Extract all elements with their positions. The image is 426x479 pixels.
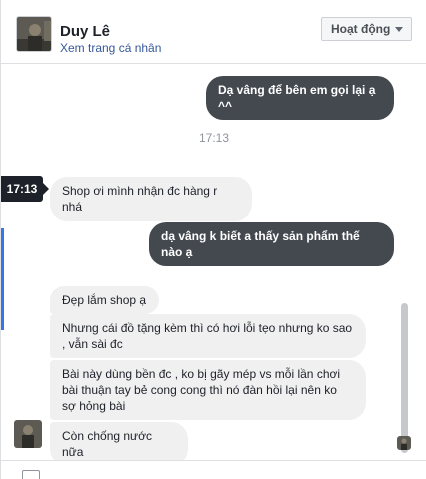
tooltip-time: 17:13 <box>6 182 38 196</box>
message-text: Bài này dùng bền đc , ko bị gãy mép vs m… <box>62 367 341 413</box>
message-incoming[interactable]: Đẹp lắm shop ạ <box>50 286 159 314</box>
message-incoming[interactable]: Shop ơi mình nhận đc hàng r nhá <box>50 177 252 221</box>
message-incoming[interactable]: Còn chống nước nữa <box>50 422 188 460</box>
avatar[interactable] <box>14 420 42 448</box>
profile-photo <box>17 17 51 51</box>
message-incoming[interactable]: Bài này dùng bền đc , ko bị gãy mép vs m… <box>50 360 366 420</box>
scrollbar[interactable] <box>401 303 408 453</box>
composer-bar <box>1 460 426 479</box>
status-label: Hoạt động <box>331 22 391 36</box>
focus-indicator <box>1 228 4 330</box>
status-dropdown[interactable]: Hoạt động <box>321 17 412 41</box>
message-text: Dạ vâng để bên em gọi lại ạ ^^ <box>218 83 376 113</box>
timestamp: 17:13 <box>198 131 230 145</box>
message-text: Còn chống nước nữa <box>62 429 152 459</box>
seen-photo <box>397 436 411 450</box>
message-outgoing[interactable]: dạ vâng k biết a thấy sản phẩm thế nào ạ <box>149 222 394 266</box>
chat-header: Duy Lê Xem trang cá nhân Hoạt động <box>1 0 426 64</box>
message-text: Đẹp lắm shop ạ <box>62 293 147 307</box>
camera-icon[interactable] <box>22 470 40 479</box>
chat-panel: Duy Lê Xem trang cá nhân Hoạt động Dạ vâ… <box>0 0 426 479</box>
message-outgoing[interactable]: Dạ vâng để bên em gọi lại ạ ^^ <box>206 76 394 120</box>
avatar[interactable] <box>16 16 52 52</box>
message-text: Nhưng cái đồ tặng kèm thì có hơi lỗi tẹo… <box>62 321 353 351</box>
chevron-down-icon <box>395 27 403 32</box>
message-text: dạ vâng k biết a thấy sản phẩm thế nào ạ <box>161 229 360 259</box>
message-text: Shop ơi mình nhận đc hàng r nhá <box>62 184 218 214</box>
message-list[interactable]: Dạ vâng để bên em gọi lại ạ ^^ 17:13 Sho… <box>1 64 426 460</box>
seen-indicator <box>397 436 411 450</box>
contact-name[interactable]: Duy Lê <box>60 23 110 40</box>
message-incoming[interactable]: Nhưng cái đồ tặng kèm thì có hơi lỗi tẹo… <box>50 314 366 358</box>
sender-photo <box>14 420 42 448</box>
timestamp-tooltip: 17:13 <box>1 176 49 202</box>
view-profile-link[interactable]: Xem trang cá nhân <box>60 41 161 55</box>
